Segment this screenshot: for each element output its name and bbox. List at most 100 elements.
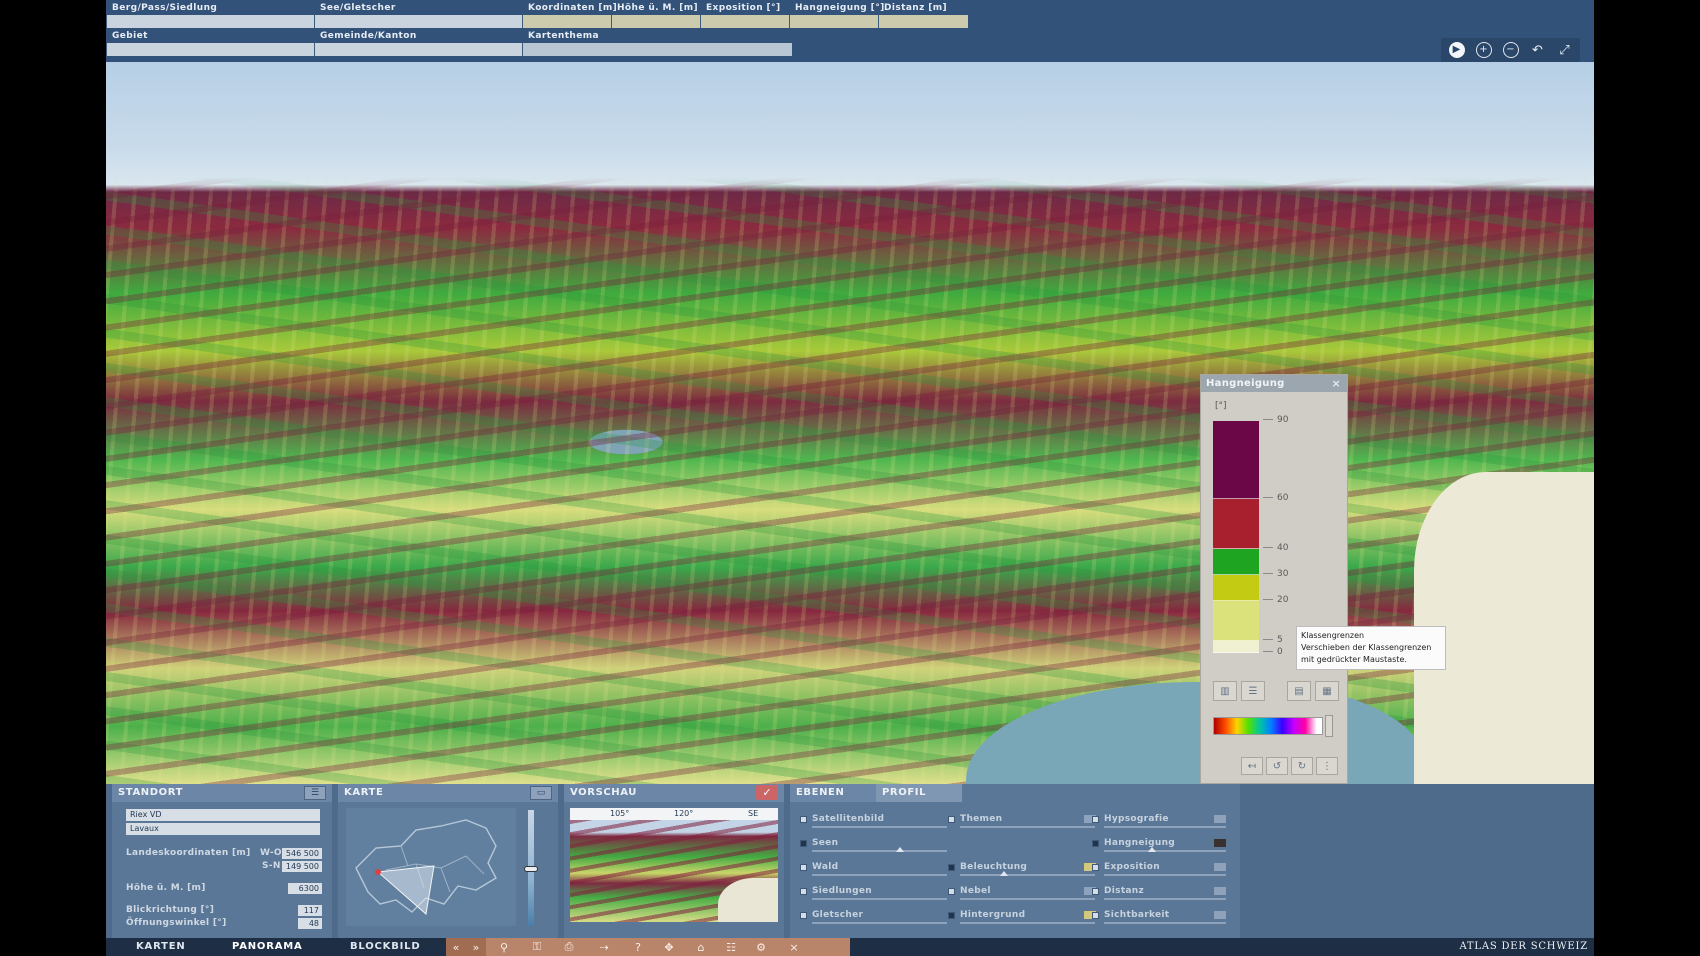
spectrum-handle[interactable] [1325, 715, 1333, 737]
redo-button[interactable]: ↻ [1291, 757, 1313, 775]
zoom-out-button[interactable]: − [1499, 40, 1522, 60]
layer-hypsografie[interactable]: Hypsografie [1092, 814, 1226, 828]
overview-map[interactable] [346, 808, 516, 926]
print-icon[interactable]: ⎙ [552, 938, 586, 956]
sn-value[interactable]: 149 500 [282, 861, 322, 872]
sn-label: S-N [262, 861, 281, 871]
layer-hintergrund[interactable]: Hintergrund [948, 910, 1096, 924]
panorama-3d-view[interactable] [106, 62, 1594, 784]
layer-siedlungen[interactable]: Siedlungen [800, 886, 947, 900]
slider-handle[interactable] [896, 847, 904, 852]
close-icon[interactable]: × [1331, 375, 1341, 392]
tab-profil[interactable]: PROFIL [876, 784, 962, 802]
height-value[interactable]: 6300 [288, 883, 322, 894]
checkbox[interactable] [800, 888, 807, 895]
search-icon[interactable]: ⚲ [486, 938, 522, 956]
play-button[interactable]: ▶ [1445, 40, 1468, 60]
checkbox[interactable] [948, 816, 955, 823]
legend-list-button[interactable]: ☰ [1241, 681, 1265, 701]
options-icon[interactable] [1214, 839, 1226, 847]
layer-seen[interactable]: Seen [800, 838, 947, 852]
checkbox[interactable] [948, 912, 955, 919]
check-icon[interactable]: ✓ [756, 785, 778, 800]
legend-class-30-40[interactable] [1213, 549, 1259, 575]
layer-sichtbarkeit[interactable]: Sichtbarkeit [1092, 910, 1226, 924]
legend-class-40-60[interactable] [1213, 499, 1259, 549]
direction-value[interactable]: 117 [298, 905, 322, 916]
more-button[interactable]: ⋮ [1316, 757, 1338, 775]
zoom-in-button[interactable]: + [1472, 40, 1495, 60]
lock-icon[interactable]: ⚿ [522, 938, 552, 956]
legend-class-bar[interactable] [1213, 421, 1259, 653]
checkbox[interactable] [948, 888, 955, 895]
zoom-slider[interactable] [524, 810, 538, 926]
home-icon[interactable]: ⌂ [684, 938, 718, 956]
list-icon[interactable]: ☰ [304, 786, 326, 800]
layer-distanz[interactable]: Distanz [1092, 886, 1226, 900]
ebenen-panel: EBENEN PROFIL Satellitenbild Seen Wald S… [790, 784, 1240, 938]
place-field[interactable]: Riex VD [126, 809, 320, 821]
color-spectrum-picker[interactable] [1213, 717, 1323, 735]
layer-exposition[interactable]: Exposition [1092, 862, 1226, 876]
prev-icon[interactable]: « [446, 938, 466, 956]
settings-icon[interactable]: ⚙ [744, 938, 778, 956]
slider-handle[interactable] [1148, 847, 1156, 852]
export-icon[interactable]: ⇢ [586, 938, 622, 956]
layer-hangneigung[interactable]: Hangneigung [1092, 838, 1226, 852]
slider-handle[interactable] [1000, 871, 1008, 876]
legend-titlebar[interactable]: Hangneigung × [1201, 375, 1347, 392]
checkbox[interactable] [1092, 888, 1099, 895]
reset-button[interactable]: ↤ [1241, 757, 1263, 775]
help-icon[interactable]: ? [622, 938, 654, 956]
checkbox[interactable] [1092, 840, 1099, 847]
legend-histogram-button[interactable]: ▤ [1287, 681, 1311, 701]
close-icon[interactable]: × [778, 938, 810, 956]
options-icon[interactable] [1214, 887, 1226, 895]
nav-karten[interactable]: KARTEN [136, 938, 186, 956]
area-field[interactable]: Lavaux [126, 823, 320, 835]
checkbox[interactable] [1092, 864, 1099, 871]
nav-panorama[interactable]: PANORAMA [232, 938, 303, 956]
checkbox[interactable] [1092, 816, 1099, 823]
list-icon[interactable]: ☷ [718, 938, 744, 956]
layer-themen[interactable]: Themen [948, 814, 1096, 828]
layer-satellitenbild[interactable]: Satellitenbild [800, 814, 947, 828]
map-icon[interactable]: ▭ [530, 786, 552, 800]
next-icon[interactable]: » [466, 938, 486, 956]
layer-gletscher[interactable]: Gletscher [800, 910, 947, 924]
layer-nebel[interactable]: Nebel [948, 886, 1096, 900]
checkbox[interactable] [948, 864, 955, 871]
options-icon[interactable] [1214, 863, 1226, 871]
legend-grid-button[interactable]: ▦ [1315, 681, 1339, 701]
fullscreen-button[interactable]: ⤢ [1553, 40, 1576, 60]
legend-class-0-5[interactable] [1213, 641, 1259, 653]
layer-beleuchtung[interactable]: Beleuchtung [948, 862, 1096, 876]
legend-class-60-90[interactable] [1213, 421, 1259, 499]
zoom-slider-knob[interactable] [524, 866, 538, 872]
nav-blockbild[interactable]: BLOCKBILD [350, 938, 420, 956]
wo-value[interactable]: 546 500 [282, 848, 322, 859]
options-icon[interactable] [1214, 911, 1226, 919]
preview-deg1: 105° [610, 809, 630, 818]
checkbox[interactable] [1092, 912, 1099, 919]
preview-thumbnail[interactable] [570, 820, 778, 922]
legend-layout-button[interactable]: ▥ [1213, 681, 1237, 701]
ebenen-header: EBENEN PROFIL [790, 784, 1240, 802]
options-icon[interactable] [1214, 815, 1226, 823]
layer-wald[interactable]: Wald [800, 862, 947, 876]
back-button[interactable]: ↶ [1526, 40, 1549, 60]
checkbox[interactable] [800, 816, 807, 823]
info-bar: Berg/Pass/Siedlung See/Gletscher Koordin… [106, 0, 1594, 62]
layer-label: Wald [812, 862, 839, 872]
legend-class-5-20[interactable] [1213, 601, 1259, 641]
brand-logo: ATLAS DER SCHWEIZ [1459, 941, 1588, 952]
tab-ebenen[interactable]: EBENEN [790, 784, 876, 802]
move-icon[interactable]: ✥ [654, 938, 684, 956]
undo-button[interactable]: ↺ [1266, 757, 1288, 775]
angle-value[interactable]: 48 [298, 918, 322, 929]
legend-class-20-30[interactable] [1213, 575, 1259, 601]
field-value [314, 15, 522, 28]
checkbox[interactable] [800, 912, 807, 919]
checkbox[interactable] [800, 864, 807, 871]
checkbox[interactable] [800, 840, 807, 847]
